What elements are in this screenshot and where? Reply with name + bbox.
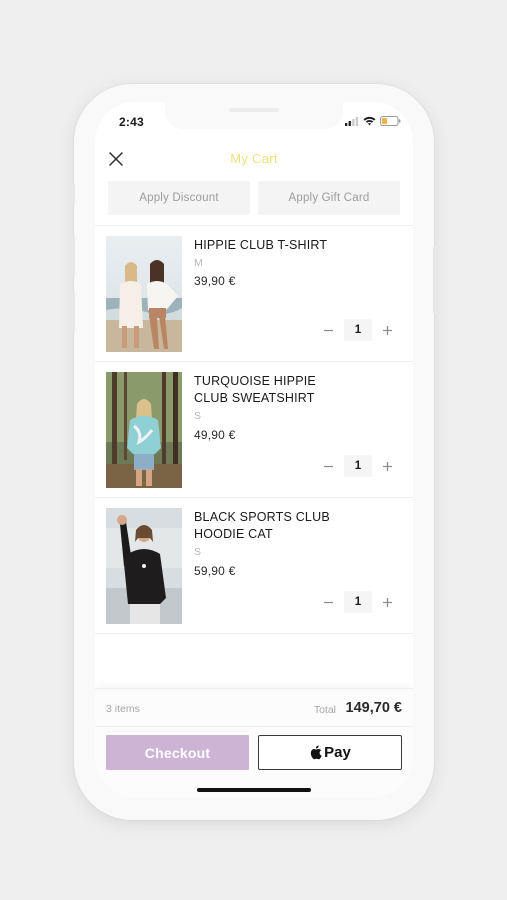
mute-switch: [71, 184, 75, 206]
cart-items-list: HIPPIE CLUB T-SHIRT M 39,90 € 1 TURQUOIS…: [95, 225, 413, 634]
home-indicator[interactable]: [197, 788, 311, 792]
plus-icon: [383, 461, 392, 471]
apply-discount-button[interactable]: Apply Discount: [108, 181, 250, 215]
power-button: [433, 246, 437, 314]
quantity-stepper: 1: [321, 455, 395, 477]
increase-quantity-button[interactable]: [380, 323, 395, 338]
cart-summary-footer: 3 items Total 149,70 € Checkout Pay: [95, 688, 413, 797]
signal-icon: [345, 116, 359, 126]
battery-icon: [380, 116, 401, 126]
decrease-quantity-button[interactable]: [321, 595, 336, 610]
quantity-stepper: 1: [321, 319, 395, 341]
total-value: 149,70 €: [345, 700, 402, 716]
cart-item: BLACK SPORTS CLUB HOODIE CAT S 59,90 € 1: [95, 498, 413, 634]
volume-down-button: [71, 290, 75, 334]
divider: [95, 726, 413, 727]
product-name[interactable]: HIPPIE CLUB T-SHIRT: [194, 237, 344, 254]
plus-icon: [383, 325, 392, 335]
promo-actions: Apply Discount Apply Gift Card: [108, 181, 400, 215]
increase-quantity-button[interactable]: [380, 595, 395, 610]
cart-item: TURQUOISE HIPPIE CLUB SWEATSHIRT S 49,90…: [95, 362, 413, 498]
decrease-quantity-button[interactable]: [321, 323, 336, 338]
apply-gift-card-button[interactable]: Apply Gift Card: [258, 181, 400, 215]
minus-icon: [324, 601, 333, 603]
product-name[interactable]: BLACK SPORTS CLUB HOODIE CAT: [194, 509, 344, 543]
status-icons: [345, 116, 401, 126]
product-name[interactable]: TURQUOISE HIPPIE CLUB SWEATSHIRT: [194, 373, 344, 407]
wifi-icon: [363, 116, 376, 126]
product-size: S: [194, 546, 202, 558]
product-size: M: [194, 257, 203, 269]
product-price: 39,90 €: [194, 274, 236, 288]
product-image[interactable]: [106, 372, 182, 488]
increase-quantity-button[interactable]: [380, 459, 395, 474]
items-count: 3 items: [106, 703, 140, 715]
total-label: Total: [313, 704, 336, 716]
phone-frame: 2:43 My Cart Apply Discount Apply Gift C…: [71, 84, 437, 820]
minus-icon: [324, 329, 333, 331]
decrease-quantity-button[interactable]: [321, 459, 336, 474]
app-screen: 2:43 My Cart Apply Discount Apply Gift C…: [95, 102, 413, 797]
apple-pay-label: Pay: [324, 744, 351, 761]
status-time: 2:43: [119, 115, 144, 129]
product-price: 59,90 €: [194, 564, 236, 578]
product-image[interactable]: [106, 236, 182, 352]
notch: [165, 102, 343, 129]
quantity-stepper: 1: [321, 591, 395, 613]
plus-icon: [383, 597, 392, 607]
minus-icon: [324, 465, 333, 467]
product-price: 49,90 €: [194, 428, 236, 442]
apple-pay-button[interactable]: Pay: [258, 735, 402, 770]
product-size: S: [194, 410, 202, 422]
product-image[interactable]: [106, 508, 182, 624]
page-title: My Cart: [230, 151, 278, 166]
cart-item: HIPPIE CLUB T-SHIRT M 39,90 € 1: [95, 226, 413, 362]
volume-up-button: [71, 234, 75, 278]
speaker: [229, 108, 279, 112]
quantity-value[interactable]: 1: [344, 319, 372, 341]
quantity-value[interactable]: 1: [344, 591, 372, 613]
quantity-value[interactable]: 1: [344, 455, 372, 477]
top-nav: My Cart: [95, 140, 413, 178]
checkout-button[interactable]: Checkout: [106, 735, 249, 770]
apple-logo-icon: [310, 745, 322, 760]
